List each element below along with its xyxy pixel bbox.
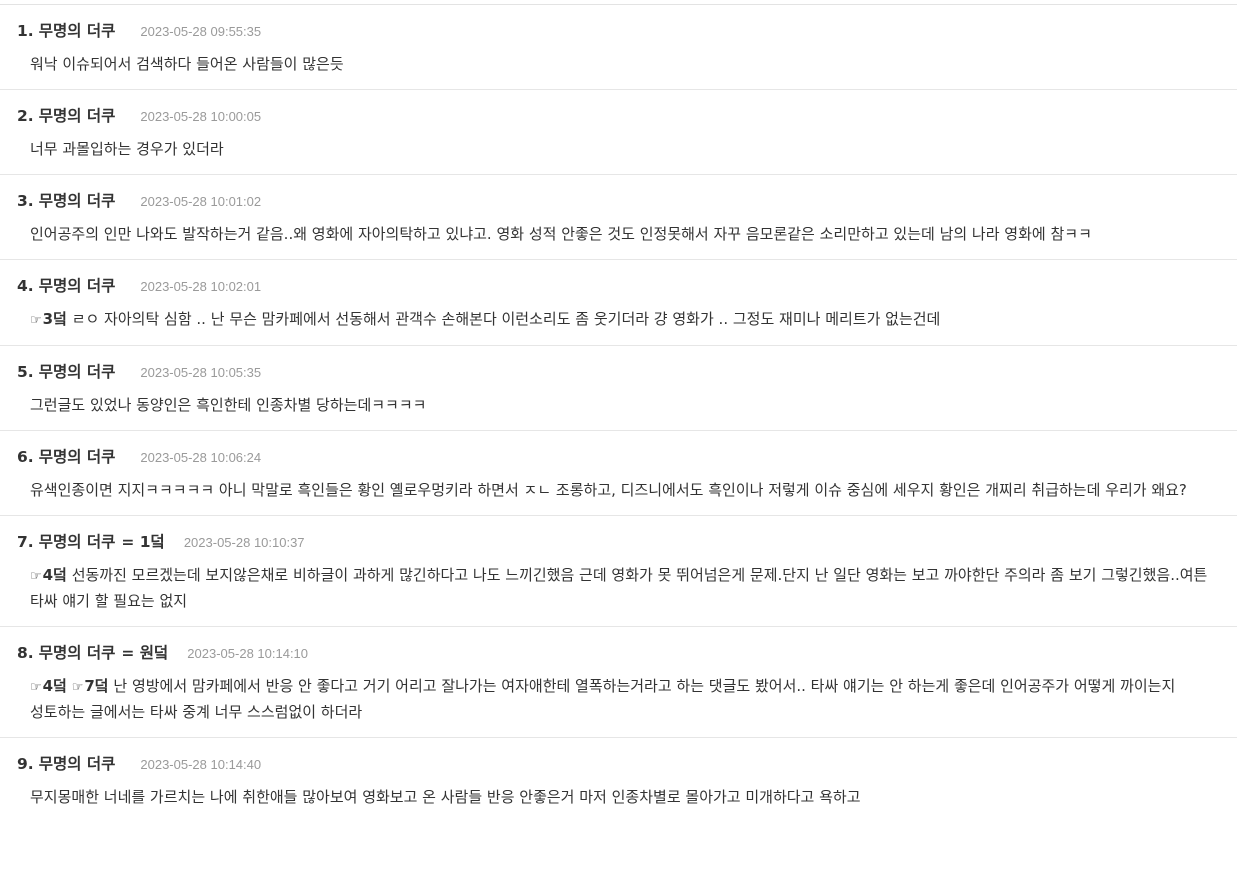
comment-author[interactable]: 무명의 더쿠: [39, 274, 116, 296]
comment-item: 4. 무명의 더쿠 2023-05-28 10:02:01 ☞3덬 ㄹㅇ 자아의…: [0, 260, 1237, 346]
comment-timestamp: 2023-05-28 10:06:24: [140, 450, 262, 465]
comment-header: 6. 무명의 더쿠 2023-05-28 10:06:24: [17, 445, 1227, 469]
comment-timestamp: 2023-05-28 10:01:02: [140, 194, 262, 209]
comment-number: 5.: [17, 363, 34, 381]
comment-timestamp: 2023-05-28 10:14:10: [187, 646, 309, 661]
comment-number: 4.: [17, 277, 34, 295]
comment-number: 2.: [17, 107, 34, 125]
comment-author[interactable]: 무명의 더쿠: [39, 189, 116, 211]
comment-body: 인어공주의 인만 나와도 발작하는거 같음..왜 영화에 자아의탁하고 있냐고.…: [17, 222, 1227, 247]
comment-header: 4. 무명의 더쿠 2023-05-28 10:02:01: [17, 274, 1227, 298]
comment-header: 5. 무명의 더쿠 2023-05-28 10:05:35: [17, 360, 1227, 384]
comment-reply-refs: ☞4덬 ☞7덬: [30, 677, 113, 695]
comment-timestamp: 2023-05-28 09:55:35: [140, 24, 262, 39]
comment-text: 무지몽매한 너네를 가르치는 나에 취한애들 많아보여 영화보고 온 사람들 반…: [30, 788, 861, 806]
comment-number: 9.: [17, 755, 34, 773]
reply-ref-link[interactable]: ☞4덬: [30, 677, 67, 695]
comment-body: ☞3덬 ㄹㅇ 자아의탁 심함 .. 난 무슨 맘카페에서 선동해서 관객수 손해…: [17, 307, 1227, 333]
reply-ref-label: 7덬: [84, 677, 109, 695]
comment-list: 1. 무명의 더쿠 2023-05-28 09:55:35 워낙 이슈되어서 검…: [0, 5, 1237, 822]
comment-body: 그런글도 있었나 동양인은 흑인한테 인종차별 당하는데ㅋㅋㅋㅋ: [17, 393, 1227, 418]
comment-body: 유색인종이면 지지ㅋㅋㅋㅋㅋ 아니 막말로 흑인들은 황인 옐로우멍키라 하면서…: [17, 478, 1227, 503]
comment-item: 6. 무명의 더쿠 2023-05-28 10:06:24 유색인종이면 지지ㅋ…: [0, 431, 1237, 516]
comment-text: 너무 과몰입하는 경우가 있더라: [30, 140, 224, 158]
comment-body: 너무 과몰입하는 경우가 있더라: [17, 137, 1227, 162]
comment-item: 5. 무명의 더쿠 2023-05-28 10:05:35 그런글도 있었나 동…: [0, 346, 1237, 431]
comment-reply-refs: ☞3덬: [30, 310, 72, 328]
comment-body: 무지몽매한 너네를 가르치는 나에 취한애들 많아보여 영화보고 온 사람들 반…: [17, 785, 1227, 810]
comment-number: 7.: [17, 533, 34, 551]
comment-header: 8. 무명의 더쿠 = 원덬 2023-05-28 10:14:10: [17, 641, 1227, 665]
reply-ref-label: 3덬: [42, 310, 67, 328]
comment-header: 7. 무명의 더쿠 = 1덬 2023-05-28 10:10:37: [17, 530, 1227, 554]
reply-ref-link[interactable]: ☞3덬: [30, 310, 67, 328]
comment-author[interactable]: 무명의 더쿠: [39, 360, 116, 382]
comment-text: 선동까진 모르겠는데 보지않은채로 비하글이 과하게 많긴하다고 나도 느끼긴했…: [30, 566, 1208, 610]
comment-number: 3.: [17, 192, 34, 210]
comment-author[interactable]: 무명의 더쿠: [39, 641, 116, 663]
comment-page: 1. 무명의 더쿠 2023-05-28 09:55:35 워낙 이슈되어서 검…: [0, 4, 1237, 876]
comment-author-tag: = 원덬: [121, 644, 169, 662]
comment-text: 인어공주의 인만 나와도 발작하는거 같음..왜 영화에 자아의탁하고 있냐고.…: [30, 225, 1092, 243]
comment-item: 9. 무명의 더쿠 2023-05-28 10:14:40 무지몽매한 너네를 …: [0, 738, 1237, 822]
comment-timestamp: 2023-05-28 10:05:35: [140, 365, 262, 380]
comment-item: 7. 무명의 더쿠 = 1덬 2023-05-28 10:10:37 ☞4덬 선…: [0, 516, 1237, 627]
pointing-hand-icon: ☞: [30, 680, 42, 695]
comment-header: 3. 무명의 더쿠 2023-05-28 10:01:02: [17, 189, 1227, 213]
comment-body: ☞4덬 ☞7덬 난 영방에서 맘카페에서 반응 안 좋다고 거기 어리고 잘나가…: [17, 674, 1227, 725]
comment-timestamp: 2023-05-28 10:00:05: [140, 109, 262, 124]
comment-text: 난 영방에서 맘카페에서 반응 안 좋다고 거기 어리고 잘나가는 여자애한테 …: [30, 677, 1176, 721]
comment-text: 유색인종이면 지지ㅋㅋㅋㅋㅋ 아니 막말로 흑인들은 황인 옐로우멍키라 하면서…: [30, 481, 1187, 499]
comment-text: ㄹㅇ 자아의탁 심함 .. 난 무슨 맘카페에서 선동해서 관객수 손해본다 이…: [71, 310, 941, 328]
comment-header: 1. 무명의 더쿠 2023-05-28 09:55:35: [17, 19, 1227, 43]
comment-text: 워낙 이슈되어서 검색하다 들어온 사람들이 많은듯: [30, 55, 344, 73]
pointing-hand-icon: ☞: [30, 313, 42, 328]
comment-body: ☞4덬 선동까진 모르겠는데 보지않은채로 비하글이 과하게 많긴하다고 나도 …: [17, 563, 1227, 614]
comment-item: 2. 무명의 더쿠 2023-05-28 10:00:05 너무 과몰입하는 경…: [0, 90, 1237, 175]
comment-body: 워낙 이슈되어서 검색하다 들어온 사람들이 많은듯: [17, 52, 1227, 77]
pointing-hand-icon: ☞: [71, 680, 84, 695]
comment-author[interactable]: 무명의 더쿠: [39, 19, 116, 41]
comment-author[interactable]: 무명의 더쿠: [39, 530, 116, 552]
comment-author-tag: = 1덬: [121, 533, 165, 551]
comment-number: 8.: [17, 644, 34, 662]
comment-reply-refs: ☞4덬: [30, 566, 72, 584]
comment-item: 3. 무명의 더쿠 2023-05-28 10:01:02 인어공주의 인만 나…: [0, 175, 1237, 260]
pointing-hand-icon: ☞: [30, 569, 42, 584]
comment-item: 1. 무명의 더쿠 2023-05-28 09:55:35 워낙 이슈되어서 검…: [0, 5, 1237, 90]
comment-text: 그런글도 있었나 동양인은 흑인한테 인종차별 당하는데ㅋㅋㅋㅋ: [30, 396, 427, 414]
comment-author[interactable]: 무명의 더쿠: [39, 104, 116, 126]
comment-number: 1.: [17, 22, 34, 40]
comment-item: 8. 무명의 더쿠 = 원덬 2023-05-28 10:14:10 ☞4덬 ☞…: [0, 627, 1237, 738]
comment-timestamp: 2023-05-28 10:14:40: [140, 757, 262, 772]
reply-ref-link[interactable]: ☞4덬: [30, 566, 67, 584]
comment-number: 6.: [17, 448, 34, 466]
comment-timestamp: 2023-05-28 10:02:01: [140, 279, 262, 294]
comment-author[interactable]: 무명의 더쿠: [39, 752, 116, 774]
reply-ref-label: 4덬: [42, 566, 67, 584]
reply-ref-link[interactable]: ☞7덬: [72, 677, 109, 695]
reply-ref-label: 4덬: [42, 677, 67, 695]
comment-timestamp: 2023-05-28 10:10:37: [183, 535, 305, 550]
comment-header: 2. 무명의 더쿠 2023-05-28 10:00:05: [17, 104, 1227, 128]
comment-author[interactable]: 무명의 더쿠: [39, 445, 116, 467]
comment-header: 9. 무명의 더쿠 2023-05-28 10:14:40: [17, 752, 1227, 776]
